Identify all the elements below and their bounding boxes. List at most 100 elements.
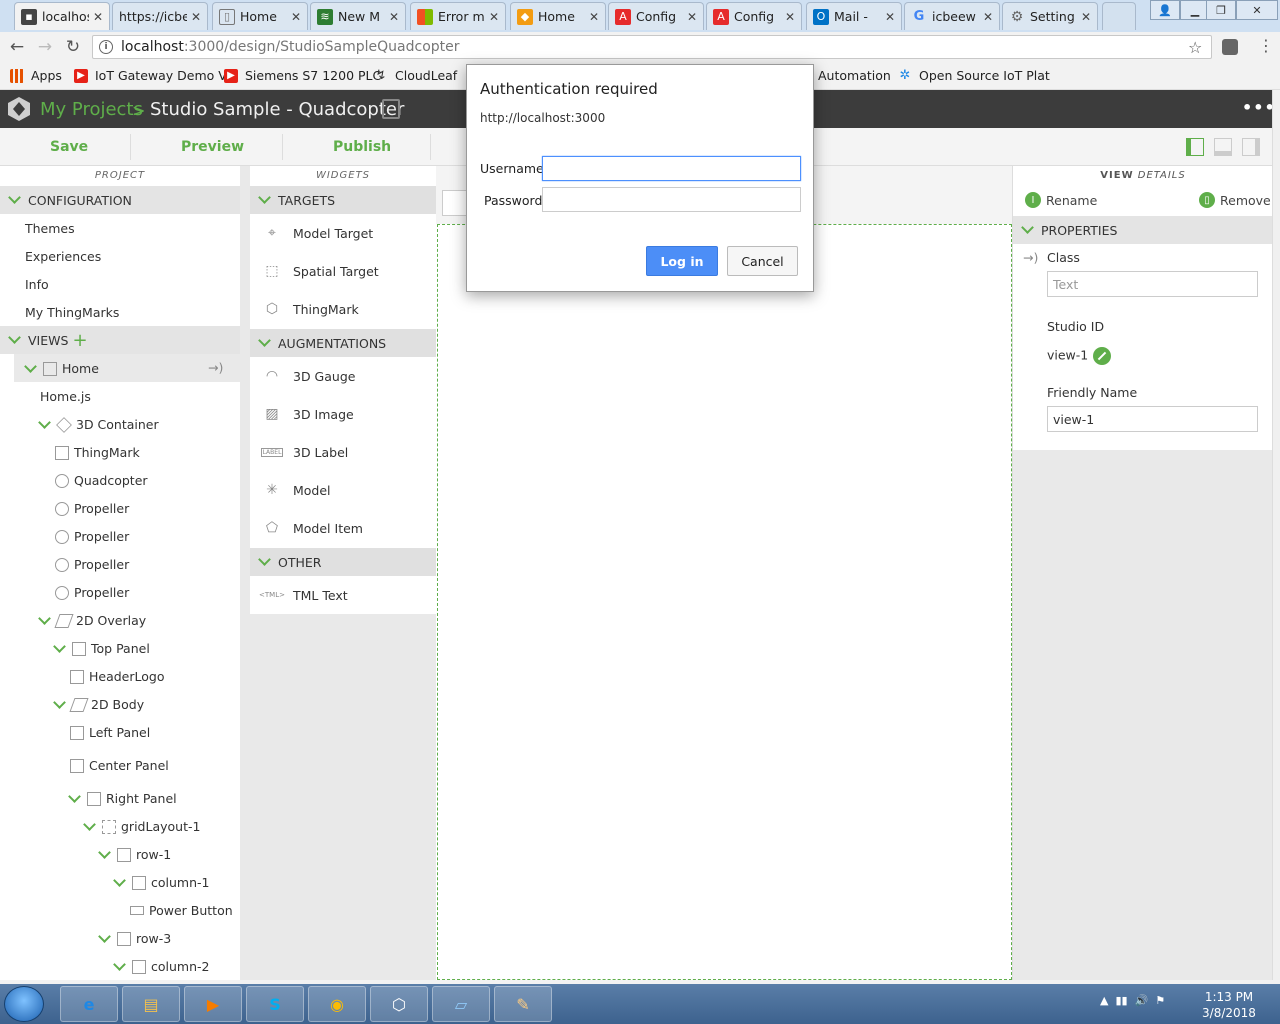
widget-tml-text[interactable]: <TML> TML Text [259, 584, 348, 606]
class-input[interactable]: Text [1047, 271, 1258, 297]
widget-model-target[interactable]: ⌖ Model Target [260, 222, 373, 244]
tab-config-1[interactable]: A Config ✕ [608, 2, 704, 30]
breadcrumb-my-projects[interactable]: My Projects [40, 99, 143, 120]
close-icon[interactable]: ✕ [93, 10, 103, 24]
tab-home-2[interactable]: ◆ Home ✕ [510, 2, 606, 30]
tab-home-1[interactable]: ▯ Home ✕ [212, 2, 308, 30]
widget-3d-image[interactable]: ▨ 3D Image [260, 403, 353, 425]
bookmark-cloudleaf[interactable]: ↯ CloudLeaf [374, 68, 458, 83]
tree-item-top-panel[interactable]: Top Panel [53, 639, 150, 656]
info-icon[interactable]: i [99, 40, 113, 54]
views-section[interactable]: VIEWS + [0, 326, 240, 354]
tree-item-row-3[interactable]: row-3 [98, 929, 171, 946]
tree-item-2d-overlay[interactable]: 2D Overlay [38, 611, 146, 628]
tree-item-propeller[interactable]: Propeller [55, 557, 129, 572]
layout-bottom-panel-icon[interactable] [1214, 138, 1232, 156]
chrome-icon[interactable]: ◉ [308, 986, 366, 1022]
tab-localhost[interactable]: ▪ localhost ✕ [14, 2, 110, 30]
config-item-thingmarks[interactable]: My ThingMarks [25, 305, 119, 320]
close-icon[interactable]: ✕ [1081, 10, 1091, 24]
tree-item-home[interactable]: Home [24, 359, 99, 376]
save-button[interactable]: Save [50, 139, 88, 155]
bookmark-apps[interactable]: Apps [10, 68, 62, 83]
maximize-button[interactable]: ❐ [1206, 0, 1236, 20]
config-item-themes[interactable]: Themes [25, 221, 75, 236]
password-input[interactable] [542, 187, 801, 212]
tab-new[interactable]: ≋ New M ✕ [310, 2, 406, 30]
targets-section[interactable]: TARGETS [250, 186, 436, 214]
menu-icon[interactable]: ⋮ [1258, 36, 1274, 55]
close-icon[interactable]: ✕ [191, 10, 201, 24]
widget-3d-gauge[interactable]: ◠ 3D Gauge [260, 365, 356, 387]
navigate-icon[interactable]: →) [208, 360, 223, 375]
close-icon[interactable]: ✕ [589, 10, 599, 24]
profile-icon[interactable]: 👤 [1150, 0, 1180, 20]
tree-item-propeller[interactable]: Propeller [55, 585, 129, 600]
paint-icon[interactable]: ✎ [494, 986, 552, 1022]
start-button[interactable] [4, 986, 44, 1022]
back-icon[interactable]: ← [6, 36, 28, 58]
friendly-name-input[interactable]: view-1 [1047, 406, 1258, 432]
device-preview-icon[interactable] [382, 99, 400, 119]
close-icon[interactable]: ✕ [785, 10, 795, 24]
login-button[interactable]: Log in [646, 246, 718, 276]
media-player-icon[interactable]: ▶ [184, 986, 242, 1022]
widget-3d-label[interactable]: LABEL 3D Label [260, 441, 348, 463]
tab-settings[interactable]: ⚙ Setting ✕ [1002, 2, 1098, 30]
new-tab-button[interactable] [1102, 2, 1136, 30]
tab-icbe[interactable]: https://icbe ✕ [112, 2, 208, 30]
tree-item-2d-body[interactable]: 2D Body [53, 695, 144, 712]
username-input[interactable] [542, 156, 801, 181]
tree-item-header-logo[interactable]: HeaderLogo [70, 669, 165, 684]
close-icon[interactable]: ✕ [291, 10, 301, 24]
system-tray[interactable]: ▲ ▮▮ 🔊 ⚑ [1100, 994, 1165, 1007]
ie-icon[interactable]: e [60, 986, 118, 1022]
close-icon[interactable]: ✕ [885, 10, 895, 24]
tree-item-column-1[interactable]: column-1 [113, 873, 209, 890]
publish-button[interactable]: Publish [333, 139, 391, 155]
right-edge-handle[interactable] [1272, 90, 1280, 980]
layout-right-panel-icon[interactable] [1242, 138, 1260, 156]
tree-item-thingmark[interactable]: ThingMark [55, 445, 140, 460]
tab-config-2[interactable]: A Config ✕ [706, 2, 802, 30]
configuration-section[interactable]: CONFIGURATION [0, 186, 240, 214]
rename-button[interactable]: I Rename [1025, 192, 1097, 208]
widget-model-item[interactable]: ⬠ Model Item [260, 517, 363, 539]
tab-error[interactable]: Error m ✕ [410, 2, 506, 30]
tree-item-center-panel[interactable]: Center Panel [70, 758, 169, 773]
other-section[interactable]: OTHER [250, 548, 436, 576]
clock[interactable]: 1:13 PM 3/8/2018 [1196, 989, 1262, 1021]
tab-mail[interactable]: O Mail - ✕ [806, 2, 902, 30]
layout-left-panel-icon[interactable] [1186, 138, 1204, 156]
url-field[interactable]: i localhost:3000/design/StudioSampleQuad… [92, 35, 1212, 59]
cancel-button[interactable]: Cancel [727, 246, 798, 276]
remove-button[interactable]: ▯ Remove [1199, 192, 1271, 208]
bookmark-siemens[interactable]: ▶ Siemens S7 1200 PLC [224, 68, 381, 83]
tree-item-quadcopter[interactable]: Quadcopter [55, 473, 148, 488]
explorer-icon[interactable]: ▤ [122, 986, 180, 1022]
config-item-experiences[interactable]: Experiences [25, 249, 101, 264]
reload-icon[interactable]: ↻ [62, 36, 84, 58]
close-icon[interactable]: ✕ [389, 10, 399, 24]
tree-item-propeller[interactable]: Propeller [55, 529, 129, 544]
tree-item-home-js[interactable]: Home.js [40, 389, 91, 404]
canvas-drop-area[interactable] [437, 224, 1012, 980]
widget-model[interactable]: ✳ Model [260, 479, 330, 501]
properties-section[interactable]: PROPERTIES [1013, 216, 1273, 244]
edit-icon[interactable] [1093, 347, 1112, 365]
binding-arrow-icon[interactable]: →) [1023, 250, 1038, 265]
widget-thingmark[interactable]: ⬡ ThingMark [260, 298, 359, 320]
close-icon[interactable]: ✕ [983, 10, 993, 24]
notepad-icon[interactable]: ▱ [432, 986, 490, 1022]
vuforia-studio-icon[interactable]: ⬡ [370, 986, 428, 1022]
add-view-icon[interactable]: + [72, 330, 87, 351]
skype-icon[interactable]: S [246, 986, 304, 1022]
close-window-button[interactable]: ✕ [1236, 0, 1278, 20]
tree-item-right-panel[interactable]: Right Panel [68, 789, 177, 806]
preview-button[interactable]: Preview [181, 139, 244, 155]
tree-item-row-1[interactable]: row-1 [98, 845, 171, 862]
augmentations-section[interactable]: AUGMENTATIONS [250, 329, 436, 357]
widget-spatial-target[interactable]: ⬚ Spatial Target [260, 260, 378, 282]
bookmark-iot-gateway[interactable]: ▶ IoT Gateway Demo V [74, 68, 227, 83]
close-icon[interactable]: ✕ [687, 10, 697, 24]
